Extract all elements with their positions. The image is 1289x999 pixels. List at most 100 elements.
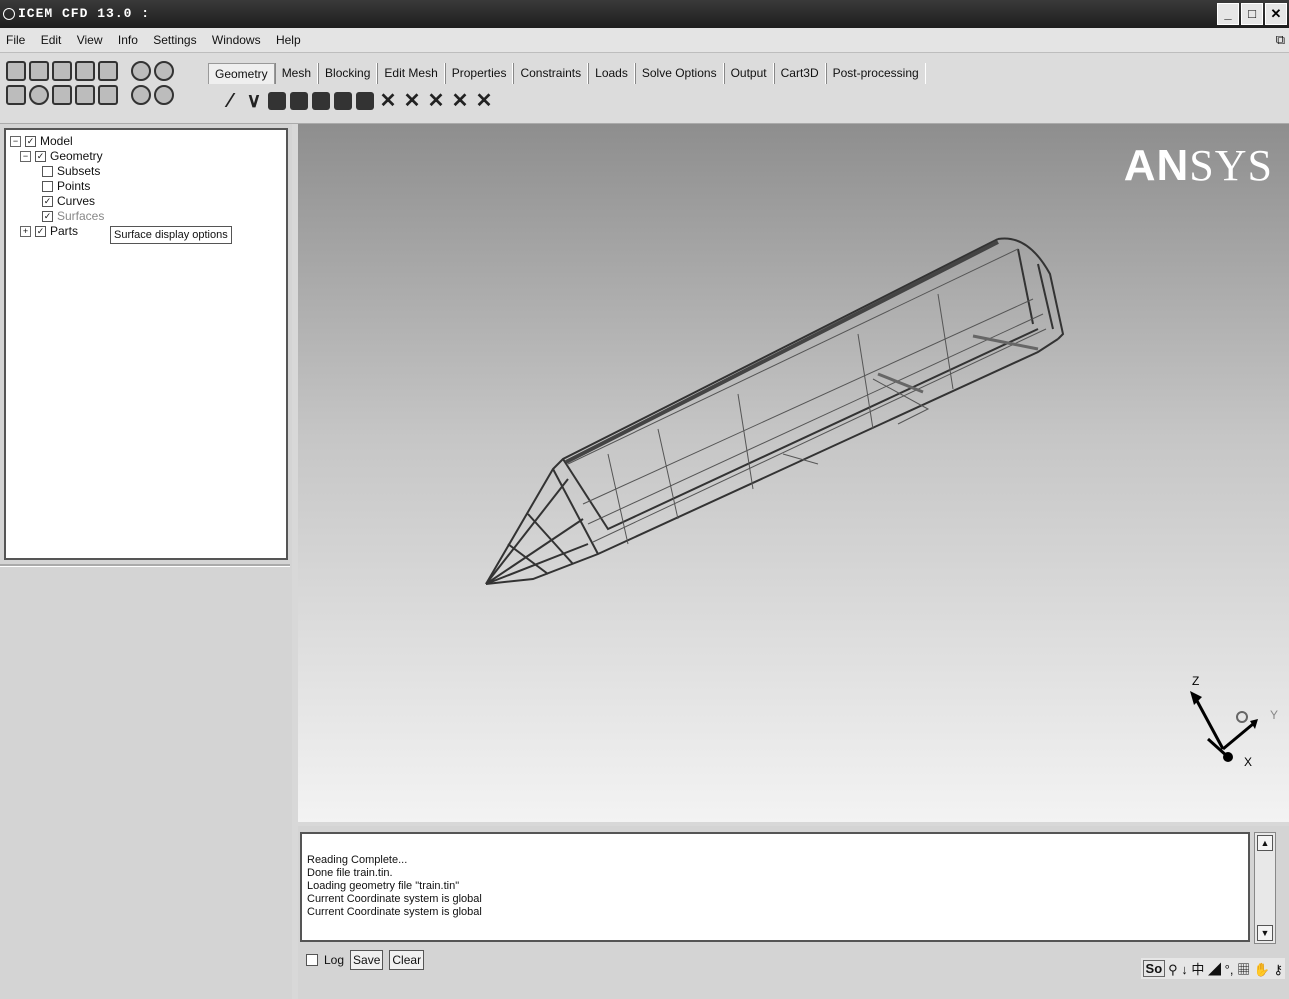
console-scrollbar[interactable]: ▲ ▼ — [1254, 832, 1276, 944]
ime-toolbar: So ⚲ ↓ 中 ◢ °, ▦ ✋ ⚷ — [1140, 958, 1285, 979]
tree-node-points[interactable]: Points — [42, 179, 90, 193]
restore-geometry-icon[interactable] — [356, 92, 374, 110]
scroll-up-icon[interactable]: ▲ — [1257, 835, 1273, 851]
title-bar: ICEM CFD 13.0 : _ □ ✕ — [0, 0, 1289, 28]
repair-geometry-icon[interactable] — [312, 92, 330, 110]
tab-cart3d[interactable]: Cart3D — [773, 63, 826, 84]
delete-any-entity-icon[interactable]: ✕ — [474, 91, 494, 111]
fit-window-icon[interactable] — [6, 85, 26, 105]
toolbar: Geometry Mesh Blocking Edit Mesh Propert… — [0, 53, 1289, 124]
tab-loads[interactable]: Loads — [588, 63, 635, 84]
menu-view[interactable]: View — [71, 28, 109, 52]
tab-constraints[interactable]: Constraints — [513, 63, 589, 84]
open-blocking-icon[interactable] — [98, 61, 118, 81]
maximize-button[interactable]: □ — [1241, 3, 1263, 25]
console-controls: Log Save Clear — [306, 950, 425, 970]
tree-node-curves[interactable]: ✓ Curves — [42, 194, 95, 208]
open-geometry-icon[interactable] — [52, 61, 72, 81]
train-wireframe-model — [485, 237, 1065, 585]
checkbox-subsets[interactable] — [42, 165, 53, 177]
wireframe-view-icon[interactable] — [154, 85, 174, 105]
checkbox-points[interactable] — [42, 180, 53, 192]
window-title: ICEM CFD 13.0 : — [18, 6, 151, 21]
axis-z-label: Z — [1192, 674, 1199, 688]
tree-label-parts: Parts — [50, 224, 79, 238]
checkbox-surfaces[interactable]: ✓ — [42, 210, 53, 222]
solid-view-icon[interactable] — [131, 85, 151, 105]
axis-x-label: X — [1244, 755, 1252, 769]
undo-icon[interactable] — [131, 61, 151, 81]
menu-settings[interactable]: Settings — [147, 28, 202, 52]
delete-body-icon[interactable]: ✕ — [450, 91, 470, 111]
menu-file[interactable]: File — [0, 28, 31, 52]
panel-divider[interactable] — [0, 564, 290, 567]
tree-node-subsets[interactable]: Subsets — [42, 164, 100, 178]
delete-surface-icon[interactable]: ✕ — [426, 91, 446, 111]
graphics-viewport[interactable]: ANSYS Z Y X — [298, 124, 1289, 822]
tab-geometry[interactable]: Geometry — [208, 63, 275, 84]
tree-node-parts[interactable]: + ✓ Parts — [20, 224, 78, 238]
tree-node-geometry[interactable]: − ✓ Geometry — [20, 149, 103, 163]
tab-solve-options[interactable]: Solve Options — [634, 63, 724, 84]
message-console: Reading Complete... Done file train.tin.… — [298, 826, 1289, 999]
tab-blocking[interactable]: Blocking — [318, 63, 378, 84]
tree-label-curves: Curves — [57, 194, 96, 208]
log-label: Log — [324, 953, 345, 967]
create-surface-icon[interactable] — [268, 92, 286, 110]
close-button[interactable]: ✕ — [1265, 3, 1287, 25]
clear-button[interactable]: Clear — [389, 950, 425, 970]
tab-output[interactable]: Output — [723, 63, 774, 84]
ime-icons[interactable]: ⚲ ↓ 中 ◢ °, ▦ ✋ ⚷ — [1168, 959, 1283, 978]
tree-node-model[interactable]: − ✓ Model — [10, 134, 73, 148]
log-checkbox[interactable] — [306, 954, 318, 966]
menu-info[interactable]: Info — [112, 28, 144, 52]
checkbox-geometry[interactable]: ✓ — [35, 150, 46, 162]
axis-y-label: Y — [1270, 708, 1278, 722]
console-line: Loading geometry file "train.tin" — [307, 880, 460, 892]
delete-curve-icon[interactable]: ✕ — [402, 91, 422, 111]
delete-point-icon[interactable]: ✕ — [378, 91, 398, 111]
menu-edit[interactable]: Edit — [35, 28, 68, 52]
tree-label-geometry: Geometry — [50, 149, 103, 163]
console-line: Current Coordinate system is global — [307, 906, 482, 918]
ime-logo[interactable]: So — [1142, 960, 1166, 977]
console-output[interactable]: Reading Complete... Done file train.tin.… — [300, 832, 1250, 942]
checkbox-curves[interactable]: ✓ — [42, 195, 53, 207]
collapse-icon[interactable]: − — [20, 150, 31, 162]
tab-properties[interactable]: Properties — [444, 63, 514, 84]
tab-mesh[interactable]: Mesh — [274, 63, 319, 84]
transform-geometry-icon[interactable] — [334, 92, 352, 110]
mesh-display-icon[interactable] — [75, 85, 95, 105]
open-icon[interactable] — [6, 61, 26, 81]
save-button[interactable]: Save — [350, 950, 384, 970]
geometry-tools: ⁄ ∨ ✕ ✕ ✕ ✕ ✕ — [220, 91, 494, 111]
app-icon[interactable] — [3, 8, 15, 20]
tree-label-points: Points — [57, 179, 91, 193]
create-point-icon[interactable]: ⁄ — [220, 91, 240, 111]
console-line: Reading Complete... — [307, 854, 408, 866]
main-toolbar — [6, 61, 202, 109]
model-tree: − ✓ Model − ✓ Geometry Subsets Points ✓ … — [4, 128, 288, 560]
save-icon[interactable] — [29, 61, 49, 81]
tab-edit-mesh[interactable]: Edit Mesh — [377, 63, 445, 84]
open-mesh-icon[interactable] — [75, 61, 95, 81]
minimize-button[interactable]: _ — [1217, 3, 1239, 25]
checkbox-parts[interactable]: ✓ — [35, 225, 46, 237]
tab-post-processing[interactable]: Post-processing — [825, 63, 926, 84]
create-body-icon[interactable] — [290, 92, 308, 110]
create-curve-icon[interactable]: ∨ — [244, 91, 264, 111]
tree-node-surfaces[interactable]: ✓ Surfaces — [42, 209, 104, 223]
menu-windows[interactable]: Windows — [206, 28, 267, 52]
checkbox-model[interactable]: ✓ — [25, 135, 36, 147]
expand-icon[interactable]: + — [20, 225, 31, 237]
measure-icon[interactable] — [52, 85, 72, 105]
redo-icon[interactable] — [154, 61, 174, 81]
refresh-icon[interactable] — [98, 85, 118, 105]
scroll-down-icon[interactable]: ▼ — [1257, 925, 1273, 941]
collapse-icon[interactable]: − — [10, 135, 21, 147]
menu-help[interactable]: Help — [270, 28, 307, 52]
restore-icon[interactable]: ⧉ — [1276, 32, 1285, 48]
zoom-icon[interactable] — [29, 85, 49, 105]
window-controls: _ □ ✕ — [1217, 3, 1287, 25]
axis-triad: Z Y X — [1190, 674, 1278, 769]
